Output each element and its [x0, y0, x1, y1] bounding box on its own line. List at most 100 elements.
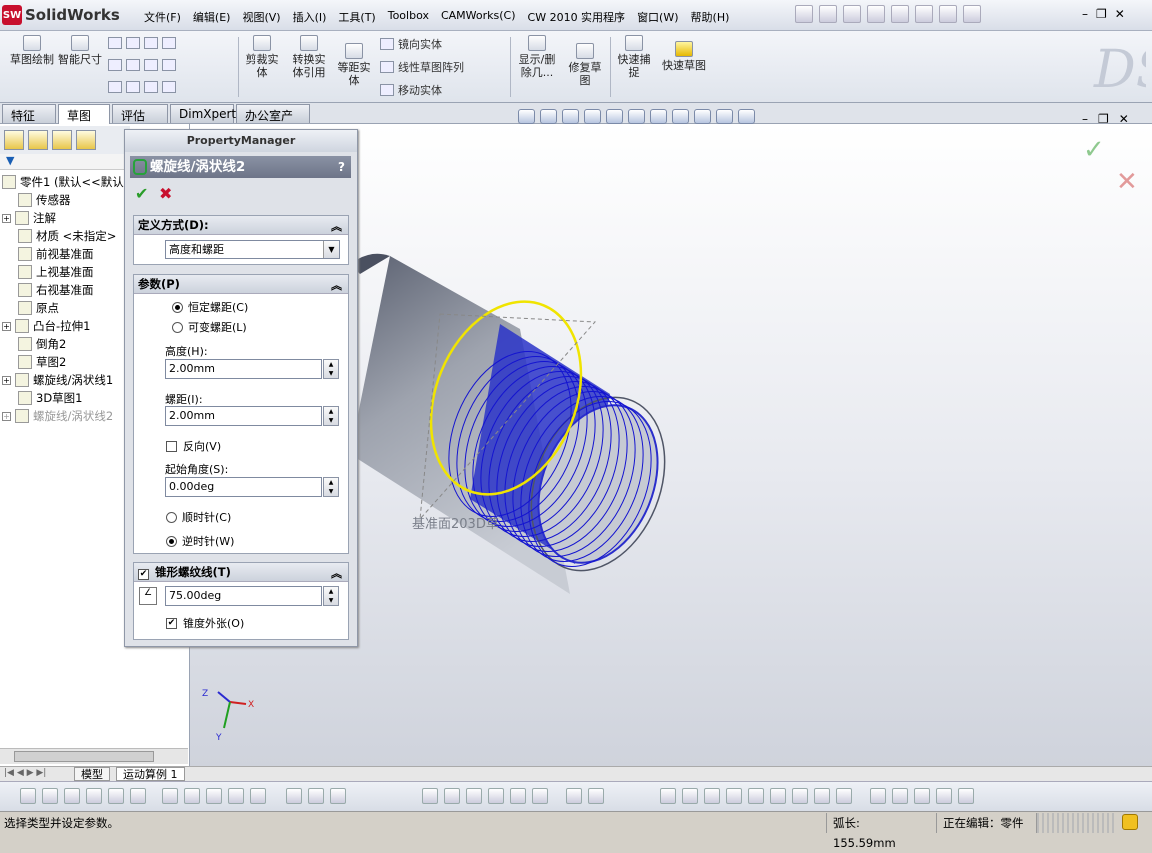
doc-restore-icon[interactable]: ❐	[1098, 112, 1109, 126]
tree-item-material[interactable]: 材质 <未指定>	[18, 228, 116, 244]
rebuild-status-icon[interactable]	[1122, 814, 1138, 830]
note-icon[interactable]	[682, 788, 698, 804]
menu-tools[interactable]: 工具(T)	[332, 7, 381, 27]
zoom-to-fit-icon[interactable]	[518, 109, 535, 124]
tab-motion-study[interactable]: 运动算例 1	[116, 767, 185, 781]
tree-horizontal-scrollbar[interactable]	[0, 748, 188, 764]
repair-icon[interactable]	[588, 788, 604, 804]
tree-item-top-plane[interactable]: 上视基准面	[18, 264, 94, 280]
view-settings-icon[interactable]	[716, 109, 733, 124]
tab-scroll-arrows-icon[interactable]: |◀ ◀ ▶ ▶|	[4, 768, 46, 778]
polygon-icon[interactable]	[126, 81, 140, 93]
tree-item-sketch2[interactable]: 草图2	[18, 354, 66, 370]
sum-icon[interactable]	[792, 788, 808, 804]
check-icon[interactable]	[748, 788, 764, 804]
collapse-icon[interactable]: ︽	[331, 276, 342, 295]
corner-icon[interactable]	[228, 788, 244, 804]
confirm-ok-icon[interactable]: ✓	[1083, 135, 1105, 165]
balloon-icon[interactable]	[704, 788, 720, 804]
menu-view[interactable]: 视图(V)	[236, 7, 286, 27]
pitch-input[interactable]: 2.00mm	[165, 406, 322, 426]
tapered-helix-header[interactable]: ✔ 锥形螺纹线(T) ︽	[134, 563, 348, 582]
weld-icon[interactable]	[814, 788, 830, 804]
table-icon[interactable]	[836, 788, 852, 804]
clockwise-radio[interactable]: 顺时针(C)	[166, 509, 231, 525]
gauge-icon[interactable]	[870, 788, 886, 804]
define-by-header[interactable]: 定义方式(D): ︽	[134, 216, 348, 235]
realview-icon[interactable]	[738, 109, 755, 124]
constant-pitch-radio[interactable]: 恒定螺距(C)	[172, 299, 248, 315]
center-mark-icon[interactable]	[892, 788, 908, 804]
sketch-button[interactable]: 草图绘制	[10, 35, 54, 66]
menu-help[interactable]: 帮助(H)	[685, 7, 736, 27]
spline-icon[interactable]	[144, 37, 158, 49]
tab-features[interactable]: 特征	[2, 104, 56, 123]
convert-entities-button[interactable]: 转换实体引用	[288, 35, 330, 79]
new-document-icon[interactable]	[795, 5, 813, 23]
tab-office-products[interactable]: 办公室产品	[236, 104, 310, 140]
undo-icon[interactable]	[891, 5, 909, 23]
taper-angle-spinner[interactable]: ▲ ▼	[323, 586, 339, 606]
fillet-icon[interactable]	[162, 788, 178, 804]
slot-icon[interactable]	[108, 81, 122, 93]
datum-icon[interactable]	[726, 788, 742, 804]
tree-item-helix1[interactable]: + 螺旋线/涡状线1	[2, 372, 113, 388]
expand-icon[interactable]: +	[2, 321, 11, 331]
construction-line-icon[interactable]	[250, 788, 266, 804]
collapse-icon[interactable]: ︽	[331, 564, 342, 583]
camworks-icon[interactable]	[76, 130, 96, 150]
linear-pattern-button[interactable]: 线性草图阵列	[380, 59, 464, 75]
fillet-icon[interactable]	[144, 81, 158, 93]
display-style-icon[interactable]	[628, 109, 645, 124]
tab-evaluate[interactable]: 评估	[112, 104, 168, 123]
tree-item-right-plane[interactable]: 右视基准面	[18, 282, 94, 298]
save-icon[interactable]	[843, 5, 861, 23]
tree-filter[interactable]: ▼	[0, 154, 130, 170]
offset-entities-button[interactable]: 等距实体	[334, 43, 374, 87]
trim-icon[interactable]	[108, 788, 124, 804]
tab-dimxpert[interactable]: DimXpert	[170, 104, 236, 123]
ok-button[interactable]: ✔	[135, 184, 148, 203]
counterclockwise-radio[interactable]: 逆时针(W)	[166, 533, 234, 549]
scale-icon[interactable]	[488, 788, 504, 804]
expand-icon[interactable]: +	[2, 375, 11, 385]
section-view-icon[interactable]	[584, 109, 601, 124]
cancel-button[interactable]: ✖	[159, 184, 172, 203]
expand-icon[interactable]: +	[2, 411, 11, 421]
hide-show-items-icon[interactable]	[650, 109, 667, 124]
tree-item-part[interactable]: 零件1 (默认<<默认	[2, 174, 124, 190]
menu-camworks[interactable]: CAMWorks(C)	[435, 7, 522, 27]
previous-view-icon[interactable]	[562, 109, 579, 124]
taper-outward-checkbox[interactable]: ✔ 锥度外张(O)	[166, 615, 244, 631]
extend-icon[interactable]	[130, 788, 146, 804]
dimension-icon[interactable]	[286, 788, 302, 804]
rotate-icon[interactable]	[466, 788, 482, 804]
help-button[interactable]: ?	[338, 156, 345, 178]
spell-check-icon[interactable]	[660, 788, 676, 804]
move-icon[interactable]	[422, 788, 438, 804]
restore-icon[interactable]: ❐	[1096, 7, 1107, 21]
surface-finish-icon[interactable]	[770, 788, 786, 804]
tree-item-front-plane[interactable]: 前视基准面	[18, 246, 94, 262]
tapered-helix-checkbox[interactable]: ✔	[138, 569, 155, 580]
tree-item-helix2[interactable]: + 螺旋线/涡状线2	[2, 408, 113, 424]
configuration-manager-icon[interactable]	[52, 130, 72, 150]
tree-item-annotations[interactable]: + 注解	[2, 210, 56, 226]
reverse-checkbox[interactable]: 反向(V)	[166, 438, 221, 454]
circle-icon[interactable]	[42, 788, 58, 804]
apply-scene-icon[interactable]	[694, 109, 711, 124]
arc-icon[interactable]	[126, 59, 140, 71]
help-icon[interactable]	[963, 5, 981, 23]
edit-appearance-icon[interactable]	[672, 109, 689, 124]
tab-model[interactable]: 模型	[74, 767, 110, 781]
chamfer-icon[interactable]	[184, 788, 200, 804]
menu-cw-utilities[interactable]: CW 2010 实用程序	[522, 7, 632, 27]
close-icon[interactable]: ✕	[1115, 7, 1125, 21]
pattern-icon[interactable]	[532, 788, 548, 804]
menu-insert[interactable]: 插入(I)	[287, 7, 333, 27]
rapid-sketch-button[interactable]: 快速草图	[662, 41, 706, 72]
point-icon[interactable]	[162, 81, 176, 93]
line-icon[interactable]	[64, 788, 80, 804]
print-icon[interactable]	[867, 5, 885, 23]
circle-icon[interactable]	[126, 37, 140, 49]
